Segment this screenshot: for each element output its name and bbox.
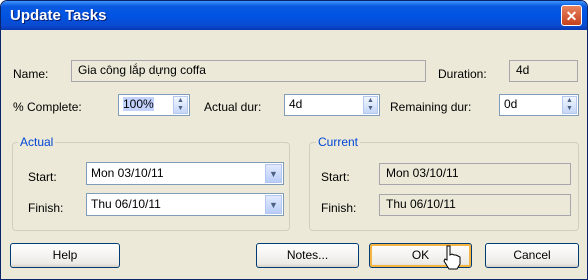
- dialog-title: Update Tasks: [10, 7, 107, 24]
- name-value: Gia công lắp dựng coffa: [71, 60, 426, 82]
- duration-value: 4d: [509, 60, 578, 82]
- name-label: Name:: [13, 67, 49, 81]
- actual-finish-label: Finish:: [28, 201, 64, 215]
- title-bar[interactable]: Update Tasks ✕: [1, 1, 587, 30]
- current-start-label: Start:: [321, 170, 350, 184]
- remaining-duration-spin-buttons[interactable]: ▲ ▼: [562, 96, 577, 114]
- remaining-duration-label: Remaining dur:: [390, 100, 472, 114]
- close-icon: ✕: [565, 8, 578, 24]
- spin-down-icon: ▼: [177, 105, 184, 112]
- actual-duration-spin-buttons[interactable]: ▲ ▼: [363, 96, 378, 114]
- percent-complete-value: 100%: [123, 97, 154, 111]
- update-tasks-dialog: Update Tasks ✕ Name: Gia công lắp dựng c…: [0, 0, 588, 280]
- duration-label: Duration:: [438, 67, 487, 81]
- current-group-legend: Current: [316, 135, 361, 149]
- actual-start-value: Mon 03/10/11: [91, 166, 164, 180]
- remaining-duration-value: 0d: [504, 97, 518, 111]
- chevron-down-icon[interactable]: ▼: [265, 164, 282, 183]
- help-button[interactable]: Help: [10, 243, 120, 268]
- hand-pointer-icon: [443, 245, 461, 270]
- current-start-value: Mon 03/10/11: [379, 163, 571, 185]
- actual-finish-value: Thu 06/10/11: [91, 197, 161, 211]
- percent-complete-label: % Complete:: [13, 100, 82, 114]
- actual-duration-label: Actual dur:: [204, 100, 262, 114]
- spin-down-icon: ▼: [566, 105, 573, 112]
- spin-down-icon: ▼: [367, 105, 374, 112]
- cancel-button[interactable]: Cancel: [485, 243, 579, 268]
- actual-duration-value: 4d: [289, 97, 303, 111]
- close-button[interactable]: ✕: [561, 5, 582, 26]
- actual-start-dropdown[interactable]: Mon 03/10/11 ▼: [86, 162, 284, 185]
- actual-finish-dropdown[interactable]: Thu 06/10/11 ▼: [86, 193, 284, 216]
- chevron-down-icon[interactable]: ▼: [265, 195, 282, 214]
- spin-up-icon: ▲: [566, 97, 573, 104]
- percent-complete-spin-buttons[interactable]: ▲ ▼: [173, 96, 188, 114]
- actual-duration-spinner[interactable]: 4d ▲ ▼: [284, 94, 380, 116]
- spin-up-icon: ▲: [367, 97, 374, 104]
- current-finish-value: Thu 06/10/11: [379, 194, 571, 216]
- notes-button[interactable]: Notes...: [256, 243, 359, 268]
- remaining-duration-spinner[interactable]: 0d ▲ ▼: [499, 94, 579, 116]
- actual-start-label: Start:: [28, 170, 57, 184]
- percent-complete-spinner[interactable]: 100% ▲ ▼: [118, 94, 190, 116]
- current-group: [309, 142, 579, 231]
- actual-group: [12, 142, 290, 231]
- current-finish-label: Finish:: [321, 201, 357, 215]
- spin-up-icon: ▲: [177, 97, 184, 104]
- actual-group-legend: Actual: [18, 135, 56, 149]
